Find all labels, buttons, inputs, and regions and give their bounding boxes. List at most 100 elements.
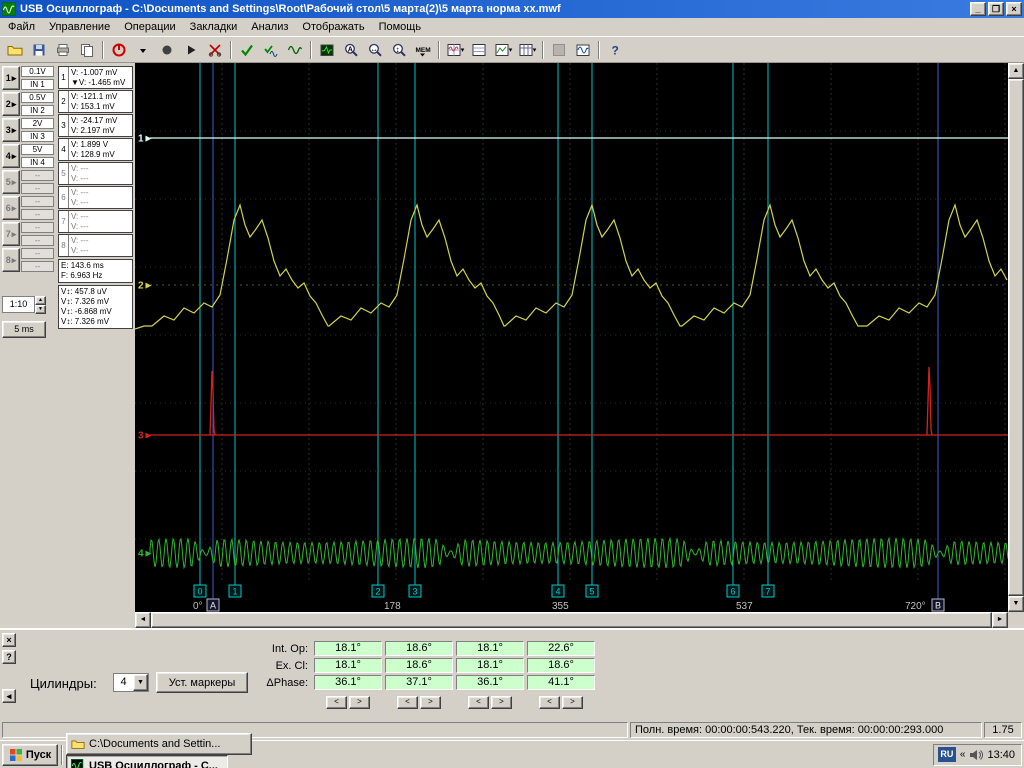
wave-window-button[interactable] [571, 39, 595, 61]
channel-4-range[interactable]: 5V [21, 144, 54, 155]
cyl2-prev-button[interactable]: < [397, 696, 418, 709]
search-amplitude-button[interactable]: A [339, 39, 363, 61]
scroll-right-button[interactable]: ► [992, 612, 1008, 628]
horizontal-scrollbar[interactable]: ◄ ► [135, 612, 1008, 628]
channel-6-button[interactable]: 6▸ [2, 196, 20, 220]
menu-item-3[interactable]: Закладки [183, 19, 245, 35]
channel-7-range[interactable]: -- [21, 222, 54, 233]
horizontal-scroll-thumb[interactable] [151, 612, 992, 628]
channel-5-range[interactable]: -- [21, 170, 54, 181]
channel-2-button[interactable]: 2▸ [2, 92, 20, 116]
cyl4-prev-button[interactable]: < [539, 696, 560, 709]
scroll-up-button[interactable]: ▲ [1008, 63, 1024, 79]
view-charts-button[interactable]: ▾ [443, 39, 467, 61]
stop-button[interactable] [155, 39, 179, 61]
channel-8-range[interactable]: -- [21, 248, 54, 259]
vertical-scrollbar[interactable]: ▲ ▼ [1008, 63, 1024, 612]
cyl1-prev-button[interactable]: < [326, 696, 347, 709]
zoom-vertical-button[interactable]: ↕ [387, 39, 411, 61]
print-button[interactable] [51, 39, 75, 61]
channel-8-button[interactable]: 8▸ [2, 248, 20, 272]
apply-button[interactable] [235, 39, 259, 61]
measurement-ch8[interactable]: 8V: ---V: --- [58, 234, 133, 257]
channel-2-input[interactable]: IN 2 [21, 105, 54, 116]
channel-6-input[interactable]: -- [21, 209, 54, 220]
channel-7-input[interactable]: -- [21, 235, 54, 246]
start-button[interactable]: Пуск [2, 744, 58, 766]
channel-5-input[interactable]: -- [21, 183, 54, 194]
wave-mode-button[interactable] [283, 39, 307, 61]
cyl3-prev-button[interactable]: < [468, 696, 489, 709]
menu-item-1[interactable]: Управление [42, 19, 117, 35]
menu-item-5[interactable]: Отображать [295, 19, 371, 35]
title-bar[interactable]: USB Осциллограф - C:\Documents and Setti… [0, 0, 1024, 18]
abort-button[interactable] [203, 39, 227, 61]
channel-7-button[interactable]: 7▸ [2, 222, 20, 246]
channel-2-range[interactable]: 0.5V [21, 92, 54, 103]
inactive-tool-button[interactable] [547, 39, 571, 61]
cyl4-next-button[interactable]: > [562, 696, 583, 709]
copy-fragment-button[interactable] [75, 39, 99, 61]
channel-3-button[interactable]: 3▸ [2, 118, 20, 142]
apply-wave-button[interactable] [259, 39, 283, 61]
cyl3-next-button[interactable]: > [491, 696, 512, 709]
menu-item-4[interactable]: Анализ [244, 19, 295, 35]
spin-up-icon[interactable]: ▲ [35, 296, 46, 305]
tray-chevron[interactable]: « [960, 749, 966, 760]
channel-5-button[interactable]: 5▸ [2, 170, 20, 194]
set-markers-button[interactable]: Уст. маркеры [156, 672, 248, 693]
screen-mode-button[interactable] [315, 39, 339, 61]
minimize-button[interactable]: _ [970, 2, 986, 16]
menu-item-6[interactable]: Помощь [372, 19, 429, 35]
channel-1-range[interactable]: 0.1V [21, 66, 54, 77]
language-indicator[interactable]: RU [938, 747, 956, 762]
measurement-ch1[interactable]: 1V: -1.007 mV▼V: -1.465 mV [58, 66, 133, 89]
measurement-ch4[interactable]: 4V: 1.899 VV: 128.9 mV [58, 138, 133, 161]
probe-ratio-spinner[interactable]: 1:10▲▼ [2, 296, 46, 313]
channel-8-input[interactable]: -- [21, 261, 54, 272]
cyl2-next-button[interactable]: > [420, 696, 441, 709]
timebase-button[interactable]: 5 ms [2, 321, 46, 338]
oscilloscope-display[interactable]: 1►2►3►4►01234567AB0°178355537720° [135, 63, 1008, 612]
vertical-scroll-thumb[interactable] [1008, 79, 1024, 596]
menu-item-2[interactable]: Операции [117, 19, 182, 35]
cylinders-select[interactable]: 4 ▼ [113, 673, 149, 692]
taskbar-task-2[interactable]: USB Осциллограф - C... [66, 755, 228, 768]
view-table-button[interactable]: ▾ [515, 39, 539, 61]
measurement-ch7[interactable]: 7V: ---V: --- [58, 210, 133, 233]
scroll-left-button[interactable]: ◄ [135, 612, 151, 628]
channel-3-input[interactable]: IN 3 [21, 131, 54, 142]
taskbar-task-1[interactable]: C:\Documents and Settin... [66, 733, 252, 755]
scroll-down-button[interactable]: ▼ [1008, 596, 1024, 612]
speaker-icon[interactable] [969, 749, 983, 761]
panel-close-button[interactable]: × [2, 633, 16, 647]
cyl1-next-button[interactable]: > [349, 696, 370, 709]
channel-3-range[interactable]: 2V [21, 118, 54, 129]
channel-4-button[interactable]: 4▸ [2, 144, 20, 168]
help-button[interactable]: ? [603, 39, 627, 61]
view-overlay-button[interactable]: ▾ [491, 39, 515, 61]
channel-1-button[interactable]: 1▸ [2, 66, 20, 90]
panel-collapse-button[interactable]: ◂ [2, 689, 16, 703]
close-button[interactable]: × [1006, 2, 1022, 16]
channel-6-range[interactable]: -- [21, 196, 54, 207]
measurement-ch2[interactable]: 2V: -121.1 mVV: 153.1 mV [58, 90, 133, 113]
play-button[interactable] [179, 39, 203, 61]
maximize-button[interactable]: ❐ [988, 2, 1004, 16]
open-file-button[interactable] [3, 39, 27, 61]
view-grid-button[interactable] [467, 39, 491, 61]
channel-4-input[interactable]: IN 4 [21, 157, 54, 168]
chevron-down-icon[interactable]: ▼ [133, 674, 148, 691]
measurement-ch3[interactable]: 3V: -24.17 mVV: 2.197 mV [58, 114, 133, 137]
zoom-horizontal-button[interactable]: ↔ [363, 39, 387, 61]
record-options-button[interactable] [131, 39, 155, 61]
measurement-ch6[interactable]: 6V: ---V: --- [58, 186, 133, 209]
menu-item-0[interactable]: Файл [1, 19, 42, 35]
save-file-button[interactable] [27, 39, 51, 61]
channel-1-input[interactable]: IN 1 [21, 79, 54, 90]
record-button[interactable] [107, 39, 131, 61]
panel-help-button[interactable]: ? [2, 650, 16, 664]
memory-button[interactable]: MEM [411, 39, 435, 61]
measurement-ch5[interactable]: 5V: ---V: --- [58, 162, 133, 185]
spin-down-icon[interactable]: ▼ [35, 305, 46, 314]
